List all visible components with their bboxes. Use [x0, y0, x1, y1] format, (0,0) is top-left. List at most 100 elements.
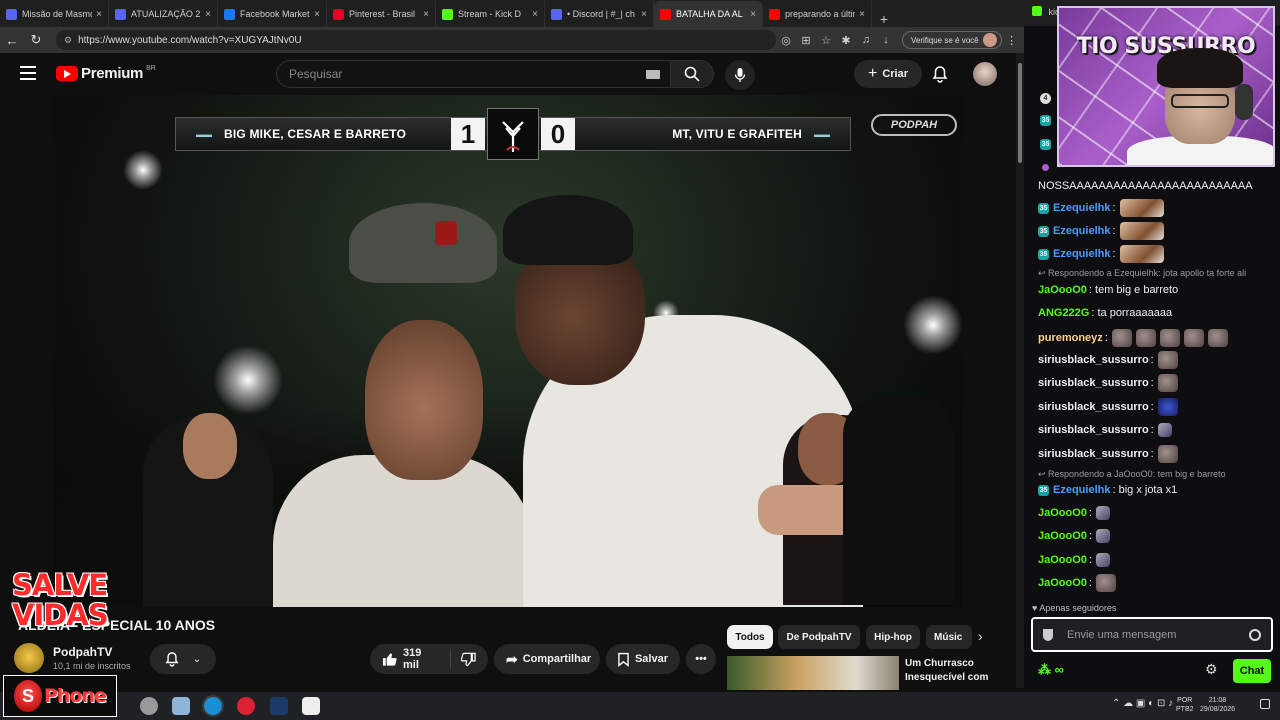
chat-message[interactable]: JaOooO0: — [1038, 526, 1270, 546]
close-tab-icon[interactable]: × — [750, 9, 756, 20]
chat-username[interactable]: Ezequielhk — [1053, 225, 1110, 237]
menu-dots-icon[interactable]: ⋮ — [1002, 34, 1022, 47]
account-avatar[interactable] — [973, 62, 997, 86]
channel-avatar[interactable] — [14, 643, 44, 673]
chat-username[interactable]: JaOooO0 — [1038, 577, 1087, 589]
browser-tab[interactable]: preparando a última × — [763, 1, 872, 27]
channel-name[interactable]: PodpahTV — [53, 645, 112, 659]
chat-username[interactable]: JaOooO0 — [1038, 554, 1087, 566]
extensions-icon[interactable]: ✱ — [836, 34, 856, 47]
chat-message[interactable]: JaOooO0: — [1038, 573, 1270, 593]
chat-username[interactable]: siriusblack_sussurro — [1038, 354, 1149, 366]
chat-message-input[interactable]: Envie uma mensagem — [1031, 617, 1273, 652]
recommended-title[interactable]: Um Churrasco Inesquecível com — [905, 657, 1009, 685]
chat-username[interactable]: ANG222G — [1038, 307, 1089, 319]
menu-icon[interactable] — [20, 66, 36, 80]
close-tab-icon[interactable]: × — [423, 9, 429, 20]
star-icon[interactable]: ☆ — [816, 34, 836, 47]
chip-de-podpahtv[interactable]: De PodpahTV — [778, 625, 860, 649]
browser-tab[interactable]: Facebook Marketplace × — [218, 1, 327, 27]
page-scrollbar[interactable] — [1016, 53, 1024, 688]
chat-username[interactable]: JaOooO0 — [1038, 284, 1087, 296]
taskbar-app-icon[interactable] — [237, 697, 255, 715]
emoji-icon[interactable] — [1249, 629, 1261, 641]
close-tab-icon[interactable]: × — [314, 9, 320, 20]
close-tab-icon[interactable]: × — [859, 9, 865, 20]
chat-username[interactable]: Ezequielhk — [1053, 484, 1110, 496]
chat-message[interactable]: JaOooO0: — [1038, 550, 1270, 570]
gear-icon[interactable]: ⚙ — [1205, 661, 1218, 678]
keyboard-language[interactable]: POR PTB2 — [1176, 696, 1194, 714]
chip-musica[interactable]: Músic — [926, 625, 972, 649]
browser-tab[interactable]: • Discord | #_| ch × — [545, 1, 654, 27]
youtube-logo[interactable]: Premium BR — [56, 65, 156, 82]
media-icon[interactable]: ♫ — [856, 34, 876, 46]
chat-message[interactable]: 35 Ezequielhk: — [1038, 198, 1270, 218]
taskbar-app-icon[interactable] — [140, 697, 158, 715]
chat-username[interactable]: siriusblack_sussurro — [1038, 377, 1149, 389]
profile-verify-button[interactable]: Verifique se é você — [902, 31, 1002, 49]
voice-search-button[interactable] — [725, 60, 755, 90]
browser-tab[interactable]: BATALHA DA AL × — [654, 1, 763, 27]
site-info-icon[interactable]: ⚙ — [64, 35, 72, 46]
recommended-thumbnail[interactable] — [727, 656, 899, 690]
save-button[interactable]: Salvar — [606, 644, 680, 674]
subscription-bell-button[interactable]: ⌄ — [150, 644, 216, 674]
chat-message[interactable]: siriusblack_sussurro: — [1038, 444, 1270, 464]
notification-center-icon[interactable] — [1260, 699, 1270, 709]
edge-browser-icon[interactable] — [202, 695, 224, 717]
chip-hip-hop[interactable]: Hip-hop — [866, 625, 920, 649]
close-tab-icon[interactable]: × — [641, 9, 647, 20]
notifications-bell-icon[interactable] — [932, 65, 948, 88]
taskbar-app-icon[interactable] — [172, 697, 190, 715]
close-tab-icon[interactable]: × — [96, 9, 102, 20]
system-tray-icons[interactable]: ⌃ ☁ ▣ ◐ ⊡ ♪ — [1112, 698, 1173, 709]
close-tab-icon[interactable]: × — [532, 9, 538, 20]
keyboard-icon[interactable] — [646, 70, 660, 79]
eye-off-icon[interactable]: ◎ — [776, 34, 796, 47]
chat-username[interactable]: Ezequielhk — [1053, 202, 1110, 214]
close-tab-icon[interactable]: × — [205, 9, 211, 20]
chat-message[interactable]: siriusblack_sussurro: — [1038, 397, 1270, 417]
chat-username[interactable]: Ezequielhk — [1053, 248, 1110, 260]
chat-message[interactable]: JaOooO0: tem big e barreto — [1038, 280, 1270, 300]
chat-username[interactable]: puremoneyz — [1038, 332, 1103, 344]
taskbar-app-icon[interactable] — [302, 697, 320, 715]
share-button[interactable]: ➦ Compartilhar — [494, 644, 600, 674]
chat-message[interactable]: ANG222G: ta porraaaaaaa — [1038, 303, 1270, 323]
chat-username[interactable]: JaOooO0 — [1038, 507, 1087, 519]
browser-tab[interactable]: ATUALIZAÇÃO 2.0 | × — [109, 1, 218, 27]
url-field[interactable]: ⚙ https://www.youtube.com/watch?v=XUGYAJ… — [56, 30, 776, 50]
thumbs-down-icon[interactable] — [460, 652, 476, 667]
chip-todos[interactable]: Todos — [727, 625, 773, 649]
clock[interactable]: 21:08 29/08/2026 — [1200, 696, 1235, 714]
browser-tab[interactable]: Pinterest - Brasil × — [327, 1, 436, 27]
chat-username[interactable]: JaOooO0 — [1038, 530, 1087, 542]
new-tab-button[interactable]: + — [872, 11, 896, 27]
channel-points-button[interactable]: ⁂ ∞ — [1038, 662, 1064, 678]
more-actions-button[interactable]: ••• — [686, 644, 716, 674]
chat-message[interactable]: puremoneyz: — [1038, 328, 1270, 348]
create-button[interactable]: + Criar — [854, 60, 922, 88]
chat-message[interactable]: siriusblack_sussurro: — [1038, 373, 1270, 393]
steam-icon[interactable] — [270, 697, 288, 715]
search-button[interactable] — [670, 60, 714, 88]
video-player[interactable]: ▬▬ BIG MIKE, CESAR E BARRETO 1 0 MT, VIT… — [53, 95, 963, 607]
back-icon[interactable]: ← — [0, 33, 24, 48]
chat-message[interactable]: 35 Ezequielhk: big x jota x1 — [1038, 480, 1270, 500]
chat-message[interactable]: 35 Ezequielhk: — [1038, 221, 1270, 241]
chevron-right-icon[interactable]: › — [978, 628, 983, 644]
chat-username[interactable]: siriusblack_sussurro — [1038, 448, 1149, 460]
chat-message[interactable]: NOSSAAAAAAAAAAAAAAAAAAAAAAAAA — [1038, 176, 1270, 196]
reload-icon[interactable]: ↻ — [24, 32, 48, 48]
chat-message[interactable]: siriusblack_sussurro: — [1038, 420, 1270, 440]
chat-message[interactable]: 35 Ezequielhk: — [1038, 244, 1270, 264]
chat-message[interactable]: siriusblack_sussurro: — [1038, 350, 1270, 370]
chat-send-button[interactable]: Chat — [1233, 659, 1271, 683]
chat-message[interactable]: JaOooO0: — [1038, 503, 1270, 523]
browser-tab[interactable]: Stream - Kick D × — [436, 1, 545, 27]
apps-icon[interactable]: ⊞ — [796, 34, 816, 47]
download-icon[interactable]: ↓ — [876, 34, 896, 46]
browser-tab[interactable]: Missão de Masmorra × — [0, 1, 109, 27]
scrollbar-thumb[interactable] — [1018, 63, 1022, 163]
